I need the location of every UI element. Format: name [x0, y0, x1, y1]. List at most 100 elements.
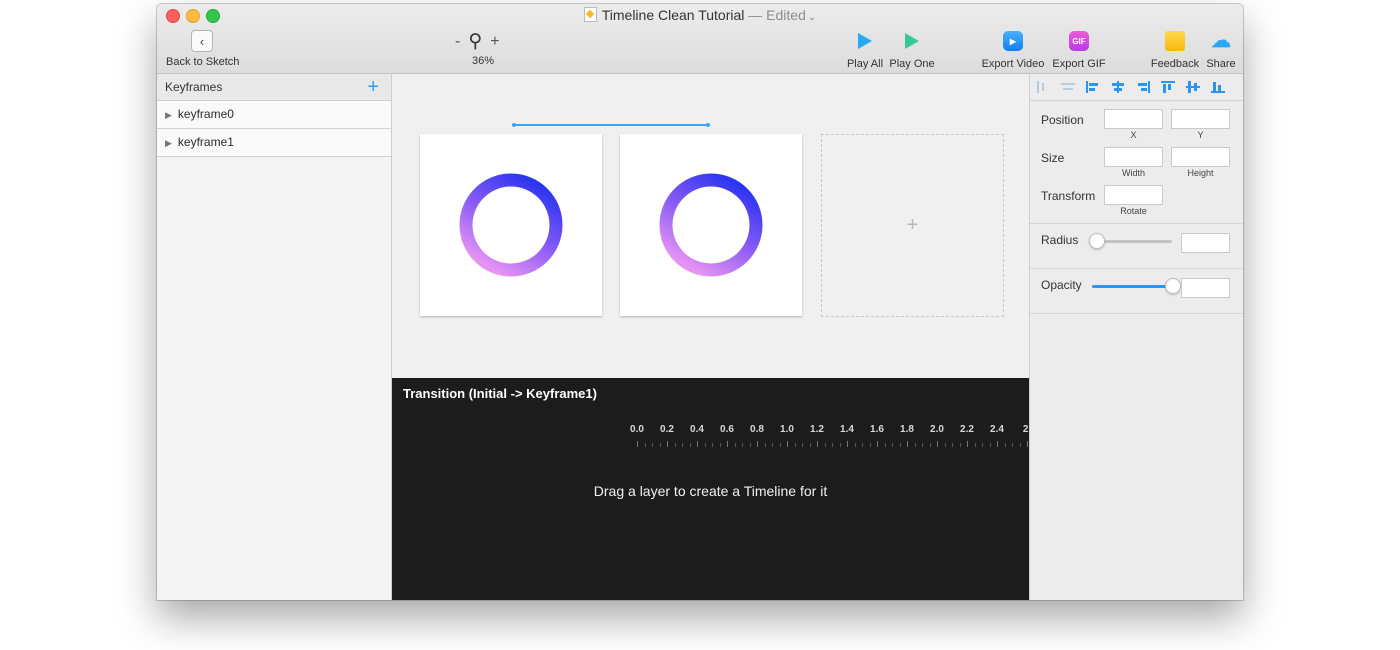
- opacity-slider-knob[interactable]: [1165, 278, 1181, 294]
- ruler-tick: [907, 441, 908, 447]
- chevron-down-icon[interactable]: ⌄: [808, 12, 816, 23]
- ruler-tick: [982, 443, 983, 447]
- zoom-level: 36%: [471, 55, 495, 67]
- position-y-input[interactable]: [1171, 109, 1230, 129]
- ruler-tick: [734, 443, 736, 447]
- rotate-label: Rotate: [1120, 206, 1147, 216]
- zoom-in-button[interactable]: +: [490, 33, 499, 51]
- ruler-tick-label: 1.6: [870, 424, 884, 435]
- width-input[interactable]: [1104, 147, 1163, 167]
- ruler-tick: [1027, 441, 1028, 447]
- disclosure-triangle-icon[interactable]: ▶: [165, 110, 172, 120]
- ruler-tick: [809, 443, 811, 447]
- ruler-tick: [967, 441, 968, 447]
- ruler-tick: [854, 443, 856, 447]
- ruler-tick: [682, 443, 683, 447]
- align-middle-vertical-icon[interactable]: [1186, 81, 1200, 93]
- ruler-tick: [974, 443, 976, 447]
- opacity-input[interactable]: [1181, 278, 1230, 298]
- align-left-icon[interactable]: [1086, 81, 1100, 93]
- keyframe-item-0[interactable]: ▶ keyframe0: [157, 101, 391, 129]
- cloud-upload-icon: ☁: [1211, 30, 1231, 52]
- gif-icon: GIF: [1069, 31, 1089, 51]
- feedback-button[interactable]: Feedback: [1150, 31, 1200, 70]
- ring-graphic: [459, 173, 563, 277]
- back-to-sketch-label: Back to Sketch: [166, 56, 240, 68]
- zoom-out-button[interactable]: -: [455, 33, 460, 51]
- play-one-label: Play One: [889, 58, 935, 70]
- rotate-input[interactable]: [1104, 185, 1163, 205]
- play-icon: [858, 33, 872, 49]
- height-input[interactable]: [1171, 147, 1230, 167]
- radius-label: Radius: [1041, 233, 1079, 247]
- ruler-tick: [1004, 443, 1006, 447]
- ruler-tick: [802, 443, 803, 447]
- opacity-slider-fill: [1092, 285, 1172, 288]
- export-gif-button[interactable]: GIF Export GIF: [1050, 31, 1108, 70]
- back-to-sketch-button[interactable]: ‹ Back to Sketch: [166, 30, 240, 68]
- ruler-tick: [712, 443, 713, 447]
- ruler-tick-label: 1.2: [810, 424, 824, 435]
- align-top-icon[interactable]: [1161, 81, 1175, 93]
- size-label: Size: [1041, 151, 1065, 165]
- add-keyframe-button[interactable]: +: [367, 74, 379, 100]
- ruler-tick: [659, 443, 661, 447]
- play-one-icon: [905, 33, 919, 49]
- radius-slider-knob[interactable]: [1089, 233, 1105, 249]
- ruler-tick: [644, 443, 646, 447]
- sketch-document-icon: [583, 7, 597, 22]
- share-label: Share: [1206, 58, 1236, 70]
- keyframe0-artboard[interactable]: [420, 134, 602, 316]
- keyframe-canvas: +: [392, 74, 1029, 378]
- ruler-tick: [817, 441, 818, 447]
- zoom-control: - ⚲ + 36%: [455, 30, 511, 67]
- ruler-tick: [877, 441, 878, 447]
- ruler-tick: [884, 443, 886, 447]
- align-bottom-icon[interactable]: [1211, 81, 1225, 93]
- opacity-section: Opacity: [1030, 269, 1243, 314]
- ruler-tick-label: 1.0: [780, 424, 794, 435]
- ruler-tick-label: 2.0: [930, 424, 944, 435]
- window-title: Timeline Clean Tutorial — Edited ⌄: [157, 7, 1243, 23]
- keyframe-item-1[interactable]: ▶ keyframe1: [157, 129, 391, 157]
- position-x-input[interactable]: [1104, 109, 1163, 129]
- distribute-horizontal-icon[interactable]: [1036, 81, 1050, 93]
- align-right-icon[interactable]: [1136, 81, 1150, 93]
- width-label: Width: [1121, 168, 1145, 178]
- radius-input[interactable]: [1181, 233, 1230, 253]
- keyframe1-artboard[interactable]: [620, 134, 802, 316]
- opacity-label: Opacity: [1041, 278, 1082, 292]
- ruler-tick: [989, 443, 991, 447]
- distribute-vertical-icon[interactable]: [1061, 81, 1075, 93]
- ruler-tick: [689, 443, 691, 447]
- keyframes-header: Keyframes +: [157, 74, 391, 101]
- timeline-panel: Transition (Initial -> Keyframe1) 0.0 0.2…: [392, 378, 1029, 600]
- ruler-tick-label: 0.2: [660, 424, 674, 435]
- ruler-tick: [1019, 443, 1021, 447]
- align-center-horizontal-icon[interactable]: [1111, 81, 1125, 93]
- ruler-tick: [742, 443, 743, 447]
- ruler-tick: [997, 441, 998, 447]
- play-all-label: Play All: [846, 58, 884, 70]
- share-button[interactable]: ☁ Share: [1203, 31, 1239, 70]
- ruler-tick: [637, 441, 638, 447]
- geometry-section: Position X Y Size Width Height Transform…: [1030, 101, 1243, 224]
- ruler-tick: [832, 443, 833, 447]
- ruler-tick: [862, 443, 863, 447]
- disclosure-triangle-icon[interactable]: ▶: [165, 138, 172, 148]
- export-video-button[interactable]: ▶ Export Video: [981, 31, 1045, 70]
- ruler-tick: [697, 441, 698, 447]
- ruler-tick-label: 0.8: [750, 424, 764, 435]
- ruler-tick: [764, 443, 766, 447]
- y-label: Y: [1197, 130, 1204, 140]
- time-ruler[interactable]: 0.0 0.2 0.4 0.6 0.8 1.0 1.2 1.4 1.6 1.8 2.0 2.2 2.4 2…: [630, 424, 1029, 454]
- add-keyframe-slot[interactable]: +: [821, 134, 1004, 317]
- ruler-tick: [929, 443, 931, 447]
- play-all-button[interactable]: Play All: [845, 33, 885, 70]
- ruler-tick: [674, 443, 676, 447]
- ruler-tick-label: 1.4: [840, 424, 854, 435]
- play-one-button[interactable]: Play One: [888, 33, 936, 70]
- ruler-tick: [824, 443, 826, 447]
- magnifier-icon: ⚲: [468, 31, 483, 52]
- transform-label: Transform: [1041, 189, 1096, 203]
